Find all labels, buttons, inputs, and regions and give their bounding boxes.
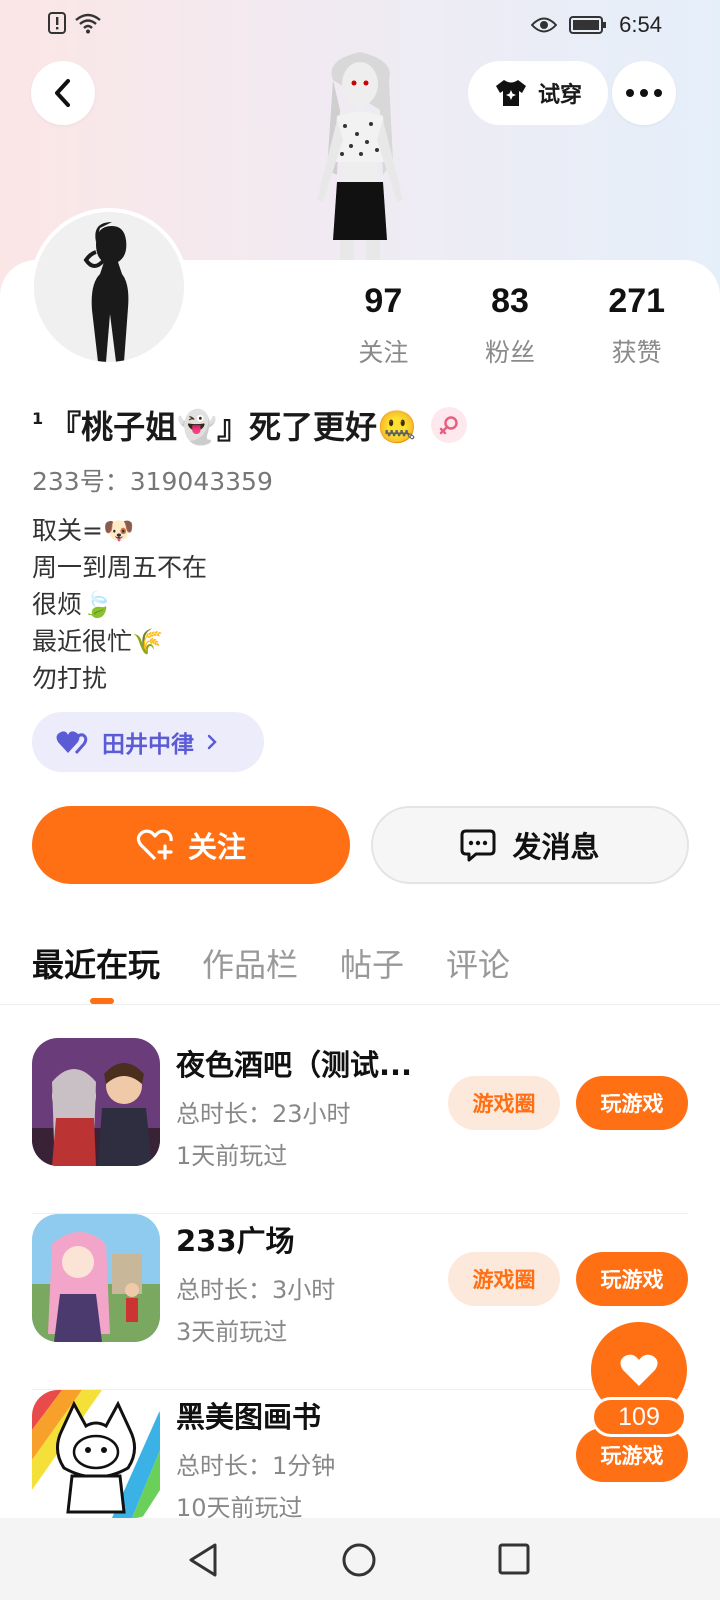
stat-following[interactable]: 97 关注	[320, 282, 447, 369]
username-row: 1 『桃子姐👻』死了更好🤐	[32, 402, 467, 448]
bio-line: 周一到周五不在	[32, 553, 208, 582]
game-duration: 总时长：23小时	[176, 1100, 351, 1128]
game-icon	[32, 1214, 160, 1342]
more-dots-icon	[626, 89, 662, 97]
eye-icon	[531, 17, 558, 33]
tab-works[interactable]: 作品栏	[202, 940, 298, 986]
avatar[interactable]	[30, 208, 188, 366]
more-button[interactable]	[612, 61, 676, 125]
profile-stats: 97 关注 83 粉丝 271 获赞	[320, 282, 700, 369]
like-count: 109	[591, 1397, 687, 1437]
battery-icon	[569, 16, 607, 34]
heart-pair-icon	[56, 731, 88, 754]
tab-posts[interactable]: 帖子	[340, 940, 404, 986]
stat-label: 关注	[358, 338, 409, 367]
username: 『桃子姐👻』死了更好🤐	[49, 408, 417, 446]
avatar-3d-figure	[317, 52, 403, 265]
play-game-button[interactable]: 玩游戏	[576, 1076, 688, 1130]
stat-label: 获赞	[611, 338, 662, 367]
stat-value: 83	[491, 282, 529, 320]
try-on-label: 试穿	[537, 83, 582, 108]
status-bar: 6:54	[0, 0, 720, 50]
tab-comments[interactable]: 评论	[446, 940, 510, 986]
chevron-left-icon	[55, 79, 70, 107]
stat-followers[interactable]: 83 粉丝	[447, 282, 574, 369]
nav-recents-icon[interactable]	[497, 1542, 531, 1576]
nav-home-icon[interactable]	[341, 1542, 377, 1578]
alert-icon	[48, 12, 66, 34]
level-badge: 1	[32, 408, 44, 428]
avatar-silhouette	[34, 212, 184, 362]
stat-label: 粉丝	[485, 338, 536, 367]
stat-value: 271	[608, 282, 666, 320]
game-title: 233广场	[176, 1224, 295, 1258]
tab-divider	[0, 1004, 720, 1005]
follow-label: 关注	[187, 830, 246, 864]
stat-likes[interactable]: 271 获赞	[573, 282, 700, 369]
status-time: 6:54	[619, 12, 662, 37]
profile-tabs: 最近在玩 作品栏 帖子 评论	[32, 940, 510, 986]
game-circle-button[interactable]: 游戏圈	[448, 1252, 560, 1306]
female-icon	[430, 407, 467, 443]
game-duration: 总时长：3小时	[176, 1276, 336, 1304]
system-nav-bar	[0, 1518, 720, 1600]
message-button[interactable]: 发消息	[371, 806, 689, 884]
heart-plus-icon	[136, 829, 173, 861]
game-row[interactable]: 233广场 总时长：3小时 3天前玩过 游戏圈 玩游戏	[32, 1214, 688, 1390]
game-icon	[32, 1390, 160, 1518]
bio-line: 很烦🍃	[32, 590, 114, 619]
stat-value: 97	[364, 282, 403, 320]
game-last-played: 3天前玩过	[176, 1318, 288, 1346]
try-on-button[interactable]: 试穿	[468, 61, 608, 125]
heart-icon	[620, 1354, 658, 1386]
user-id: 233号：319043359	[32, 467, 273, 496]
play-game-button[interactable]: 玩游戏	[576, 1252, 688, 1306]
chevron-right-icon	[207, 734, 217, 750]
message-label: 发消息	[512, 830, 600, 864]
back-button[interactable]	[31, 61, 95, 125]
bio-line: 最近很忙🌾	[32, 627, 164, 656]
bio: 取关=🐶 周一到周五不在 很烦🍃 最近很忙🌾 勿打扰	[32, 512, 207, 697]
game-title: 黑美图画书	[176, 1400, 322, 1434]
game-last-played: 1天前玩过	[176, 1142, 288, 1170]
wifi-icon	[75, 13, 101, 34]
nav-back-icon[interactable]	[187, 1542, 219, 1578]
game-icon	[32, 1038, 160, 1166]
game-title: 夜色酒吧（测试...	[176, 1048, 413, 1082]
relationship-tag-label: 田井中律	[102, 732, 194, 758]
game-circle-button[interactable]: 游戏圈	[448, 1076, 560, 1130]
bio-line: 取关=🐶	[32, 516, 135, 545]
game-duration: 总时长：1分钟	[176, 1452, 336, 1480]
chat-bubble-icon	[460, 829, 496, 862]
relationship-tag[interactable]: 田井中律	[32, 712, 264, 772]
game-row[interactable]: 夜色酒吧（测试... 总时长：23小时 1天前玩过 游戏圈 玩游戏	[32, 1038, 688, 1214]
tab-recently-played[interactable]: 最近在玩	[32, 940, 160, 986]
bio-line: 勿打扰	[32, 664, 108, 693]
follow-button[interactable]: 关注	[32, 806, 350, 884]
shirt-icon	[495, 80, 526, 106]
